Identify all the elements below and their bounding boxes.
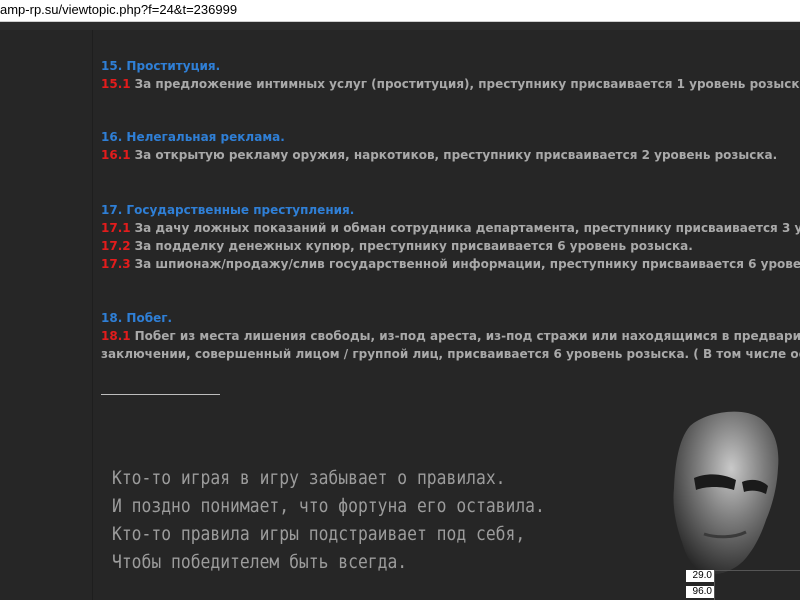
quote-line: И поздно понимает, что фортуна его остав… bbox=[112, 495, 545, 517]
rule-text: За шпионаж/продажу/слив государственной … bbox=[134, 257, 800, 271]
rule-number: 18.1 bbox=[101, 329, 131, 343]
value-box: 29.0 bbox=[686, 570, 714, 582]
section-title: 15. Проституция. bbox=[101, 59, 221, 73]
rule-item: 16.1 За открытую рекламу оружия, наркотик… bbox=[101, 146, 800, 164]
address-bar-url[interactable]: amp-rp.su/viewtopic.php?f=24&t=236999 bbox=[0, 2, 237, 17]
section-state-crimes: 17. Государственные преступления. 17.1 За… bbox=[101, 201, 800, 273]
section-prostitution: 15. Проституция. 15.1 За предложение инти… bbox=[101, 57, 800, 93]
rule-number: 17.3 bbox=[101, 257, 131, 271]
quote-line: Кто-то правила игры подстраивает под себ… bbox=[112, 523, 526, 545]
quote-line: Кто-то играя в игру забывает о правилах. bbox=[112, 467, 506, 489]
signature-divider bbox=[101, 394, 220, 395]
section-illegal-ads: 16. Нелегальная реклама. 16.1 За открытую… bbox=[101, 128, 800, 164]
rule-text: За подделку денежных купюр, преступнику … bbox=[134, 239, 693, 253]
rule-number: 16.1 bbox=[101, 148, 131, 162]
column-divider bbox=[92, 30, 93, 600]
chart-widget-frame bbox=[714, 570, 800, 600]
value-box: 96.0 bbox=[686, 586, 714, 598]
section-title: 18. Побег. bbox=[101, 311, 173, 325]
forum-post-content: 15. Проституция. 15.1 За предложение инти… bbox=[0, 30, 800, 600]
section-title: 17. Государственные преступления. bbox=[101, 203, 355, 217]
rule-item: 18.1 Побег из места лишения свободы, из-п… bbox=[101, 327, 800, 345]
rule-item: 17.1 За дачу ложных показаний и обман сот… bbox=[101, 219, 800, 237]
signature-quote: Кто-то играя в игру забывает о правилах.… bbox=[112, 464, 545, 576]
rule-text: Побег из места лишения свободы, из-под а… bbox=[134, 329, 800, 343]
rule-continuation: заключении, совершенный лицом / группой … bbox=[101, 347, 800, 361]
rule-number: 17.2 bbox=[101, 239, 131, 253]
rule-item: 17.2 За подделку денежных купюр, преступн… bbox=[101, 237, 800, 255]
quote-line: Чтобы победителем быть всегда. bbox=[112, 551, 408, 573]
section-escape: 18. Побег. 18.1 Побег из места лишения св… bbox=[101, 309, 800, 363]
address-bar[interactable]: amp-rp.su/viewtopic.php?f=24&t=236999 bbox=[0, 0, 800, 22]
rule-item: 17.3 За шпионаж/продажу/слив государствен… bbox=[101, 255, 800, 273]
rule-text: За дачу ложных показаний и обман сотрудн… bbox=[134, 221, 800, 235]
rule-text: За открытую рекламу оружия, наркотиков, … bbox=[134, 148, 778, 162]
rule-item: 15.1 За предложение интимных услуг (прост… bbox=[101, 75, 800, 93]
rule-text: За предложение интимных услуг (проституц… bbox=[134, 77, 800, 91]
toolbar-strip bbox=[0, 22, 800, 30]
section-title: 16. Нелегальная реклама. bbox=[101, 130, 285, 144]
rule-number: 15.1 bbox=[101, 77, 131, 91]
rule-number: 17.1 bbox=[101, 221, 131, 235]
